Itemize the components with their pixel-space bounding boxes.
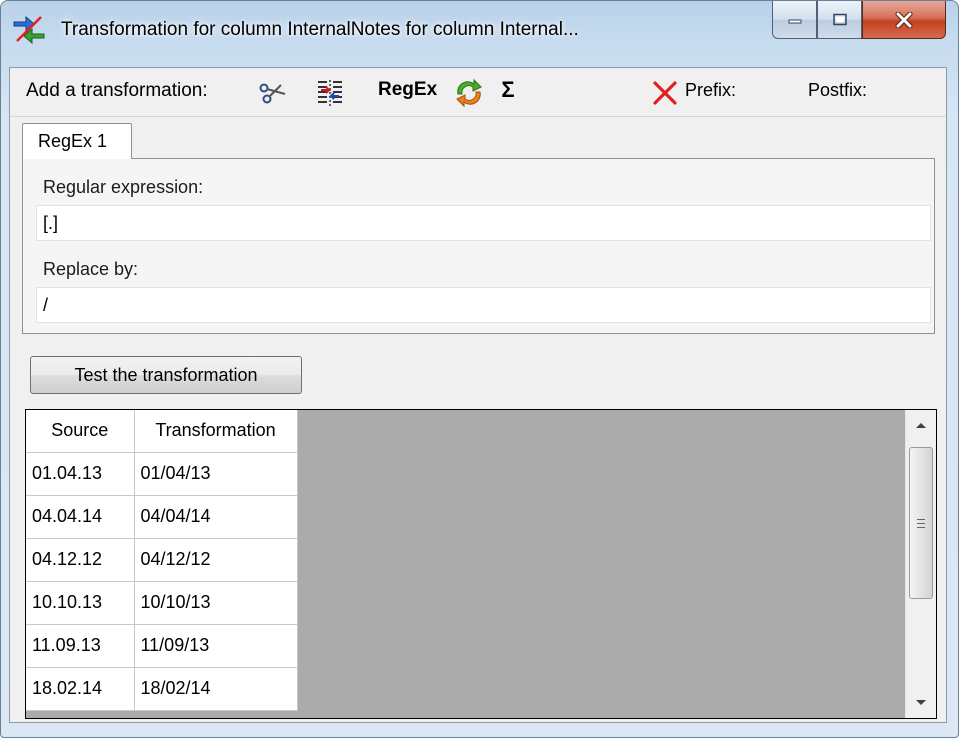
arrow-up-icon bbox=[916, 423, 926, 428]
vertical-scrollbar[interactable] bbox=[905, 410, 936, 718]
prefix-button[interactable]: Prefix: bbox=[685, 80, 736, 101]
convert-arrows-icon[interactable] bbox=[454, 78, 484, 108]
grip-icon bbox=[917, 518, 925, 528]
source-cell[interactable]: 10.10.13 bbox=[26, 581, 135, 625]
source-cell[interactable]: 18.02.14 bbox=[26, 667, 135, 711]
scroll-up-button[interactable] bbox=[906, 410, 936, 440]
column-header-transformation[interactable]: Transformation bbox=[134, 410, 298, 453]
test-transformation-button[interactable]: Test the transformation bbox=[30, 356, 302, 394]
table-row[interactable]: 18.02.14 18/02/14 bbox=[26, 667, 298, 711]
column-header-source[interactable]: Source bbox=[26, 410, 135, 453]
table-row[interactable]: 01.04.13 01/04/13 bbox=[26, 452, 298, 496]
table-row[interactable]: 11.09.13 11/09/13 bbox=[26, 624, 298, 668]
source-cell[interactable]: 01.04.13 bbox=[26, 452, 135, 496]
transformation-toolbar: Add a transformation: RegEx Σ Prefix: Po… bbox=[10, 68, 946, 117]
transformation-cell[interactable]: 01/04/13 bbox=[134, 452, 298, 496]
replace-by-label: Replace by: bbox=[43, 259, 139, 279]
regular-expression-label: Regular expression: bbox=[43, 177, 204, 197]
results-grid[interactable]: Source Transformation 01.04.13 01/04/13 … bbox=[25, 409, 937, 719]
source-cell[interactable]: 04.12.12 bbox=[26, 538, 135, 582]
sigma-icon[interactable]: Σ bbox=[496, 77, 520, 107]
dialog-client-area: Add a transformation: RegEx Σ Prefix: Po… bbox=[9, 67, 947, 723]
red-x-icon[interactable] bbox=[652, 80, 678, 106]
regular-expression-input[interactable] bbox=[36, 205, 931, 241]
scrollbar-thumb[interactable] bbox=[909, 447, 933, 599]
regex-tab-panel: Regular expression: Replace by: bbox=[22, 158, 935, 334]
transformation-cell[interactable]: 04/12/12 bbox=[134, 538, 298, 582]
transformation-cell[interactable]: 18/02/14 bbox=[134, 667, 298, 711]
transformation-cell[interactable]: 04/04/14 bbox=[134, 495, 298, 539]
scissors-icon[interactable] bbox=[258, 78, 288, 108]
tab-regex-1[interactable]: RegEx 1 bbox=[22, 123, 132, 159]
window-title: Transformation for column InternalNotes … bbox=[61, 19, 579, 40]
split-columns-icon[interactable] bbox=[315, 78, 345, 108]
replace-by-input[interactable] bbox=[36, 287, 931, 323]
dialog-window: Transformation for column InternalNotes … bbox=[0, 0, 959, 738]
minimize-icon bbox=[788, 19, 801, 23]
results-table: Source Transformation 01.04.13 01/04/13 … bbox=[26, 410, 298, 711]
transformation-cell[interactable]: 11/09/13 bbox=[134, 624, 298, 668]
table-row[interactable]: 04.04.14 04/04/14 bbox=[26, 495, 298, 539]
table-header-row: Source Transformation bbox=[26, 410, 298, 453]
arrow-down-icon bbox=[916, 700, 926, 705]
source-cell[interactable]: 11.09.13 bbox=[26, 624, 135, 668]
source-cell[interactable]: 04.04.14 bbox=[26, 495, 135, 539]
minimize-button[interactable] bbox=[772, 1, 817, 39]
table-row[interactable]: 04.12.12 04/12/12 bbox=[26, 538, 298, 582]
regex-button[interactable]: RegEx bbox=[378, 79, 437, 101]
postfix-button[interactable]: Postfix: bbox=[808, 80, 867, 101]
maximize-icon bbox=[832, 13, 847, 25]
transform-arrows-icon bbox=[13, 15, 45, 45]
table-row[interactable]: 10.10.13 10/10/13 bbox=[26, 581, 298, 625]
tab-regex-1-label: RegEx 1 bbox=[38, 131, 108, 151]
add-transformation-label: Add a transformation: bbox=[26, 80, 208, 101]
scroll-down-button[interactable] bbox=[906, 688, 936, 718]
title-bar[interactable]: Transformation for column InternalNotes … bbox=[1, 1, 958, 67]
caption-buttons bbox=[772, 1, 946, 41]
transformation-cell[interactable]: 10/10/13 bbox=[134, 581, 298, 625]
close-icon bbox=[895, 11, 913, 28]
maximize-button[interactable] bbox=[817, 1, 862, 39]
close-button[interactable] bbox=[862, 1, 946, 39]
